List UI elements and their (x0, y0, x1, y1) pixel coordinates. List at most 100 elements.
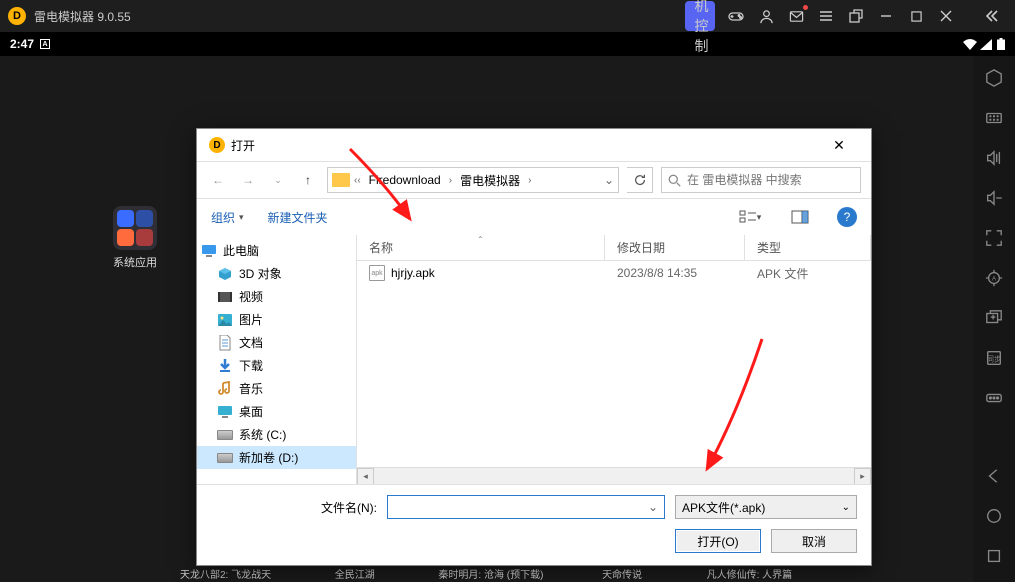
nav-back-icon[interactable] (982, 464, 1006, 488)
volume-down-icon[interactable] (982, 186, 1006, 210)
tree-item-label: 视频 (239, 288, 263, 305)
tree-item[interactable]: 系统 (C:) (197, 423, 356, 446)
hexagon-icon[interactable] (982, 66, 1006, 90)
preview-pane-button[interactable] (787, 206, 813, 228)
open-button[interactable]: 打开(O) (675, 529, 761, 553)
nav-recent-icon[interactable] (982, 544, 1006, 568)
nav-recent-dropdown[interactable]: ⌄ (267, 169, 289, 191)
locate-icon[interactable]: A (982, 266, 1006, 290)
search-icon (668, 174, 681, 187)
gamepad-icon[interactable] (721, 1, 751, 31)
close-button[interactable] (931, 1, 961, 31)
drive-icon (217, 430, 233, 440)
desk-icon (217, 405, 233, 419)
chevron-icon[interactable]: ‹‹ (352, 175, 363, 186)
breadcrumb-bar[interactable]: ‹‹ Firedownload › 雷电模拟器 › ⌄ (327, 167, 619, 193)
tree-item-label: 文档 (239, 334, 263, 351)
filename-dropdown-icon[interactable]: ⌄ (648, 500, 658, 514)
breadcrumb-item[interactable]: 雷电模拟器 (456, 172, 524, 189)
emulator-sidebar: A 同步 (973, 56, 1015, 582)
status-badge-icon: A (40, 39, 50, 49)
tree-item-label: 图片 (239, 311, 263, 328)
nav-back-button[interactable]: ← (207, 169, 229, 191)
tree-item[interactable]: 下载 (197, 354, 356, 377)
tree-item[interactable]: 桌面 (197, 400, 356, 423)
folder-icon (332, 173, 350, 187)
maximize-button[interactable] (901, 1, 931, 31)
more-icon[interactable] (982, 386, 1006, 410)
video-icon (217, 290, 233, 304)
pic-icon (217, 313, 233, 327)
refresh-button[interactable] (627, 167, 653, 193)
fullscreen-icon[interactable] (982, 226, 1006, 250)
tree-item[interactable]: 视频 (197, 285, 356, 308)
column-type[interactable]: 类型 (745, 235, 871, 260)
column-date[interactable]: 修改日期 (605, 235, 745, 260)
multi-window-icon[interactable] (982, 306, 1006, 330)
app-title: 雷电模拟器 9.0.55 (34, 8, 131, 25)
filename-input[interactable] (394, 500, 648, 514)
popout-icon[interactable] (841, 1, 871, 31)
help-button[interactable]: ? (837, 207, 857, 227)
emulator-screen: 系统应用 天龙八部2: 飞龙战天 全民江湖 秦时明月: 沧海 (预下载) 天命传… (0, 56, 1015, 582)
collapse-sidebar-icon[interactable] (977, 1, 1007, 31)
tree-item[interactable]: 新加卷 (D:) (197, 446, 356, 469)
dialog-nav-bar: ← → ⌄ ↑ ‹‹ Firedownload › 雷电模拟器 › ⌄ (197, 161, 871, 199)
breadcrumb-item[interactable]: Firedownload (365, 173, 445, 187)
phone-control-button[interactable]: 手机控制 (685, 1, 715, 31)
view-mode-button[interactable]: ▾ (737, 206, 763, 228)
keyboard-icon[interactable] (982, 106, 1006, 130)
tree-item[interactable]: 图片 (197, 308, 356, 331)
tree-item-label: 系统 (C:) (239, 426, 286, 443)
sync-icon[interactable]: 同步 (982, 346, 1006, 370)
file-type-filter[interactable]: APK文件(*.apk)⌄ (675, 495, 857, 519)
dialog-close-button[interactable]: ✕ (819, 130, 859, 160)
tree-item[interactable]: 音乐 (197, 377, 356, 400)
doc-icon (217, 336, 233, 350)
tree-item[interactable]: 此电脑 (197, 239, 356, 262)
file-name: hjrjy.apk (391, 266, 435, 280)
dl-icon (217, 359, 233, 373)
nav-up-button[interactable]: ↑ (297, 169, 319, 191)
file-date: 2023/8/8 14:35 (605, 266, 745, 280)
menu-icon[interactable] (811, 1, 841, 31)
file-open-dialog: D 打开 ✕ ← → ⌄ ↑ ‹‹ Firedownload › 雷电模拟器 ›… (196, 128, 872, 566)
drive-icon (217, 453, 233, 463)
breadcrumb-dropdown[interactable]: ⌄ (604, 173, 614, 187)
3d-icon (217, 267, 233, 281)
new-folder-button[interactable]: 新建文件夹 (268, 209, 328, 226)
tree-item[interactable]: 3D 对象 (197, 262, 356, 285)
filename-combobox[interactable]: ⌄ (387, 495, 665, 519)
tree-item-label: 桌面 (239, 403, 263, 420)
column-name[interactable]: ⌃名称 (357, 235, 605, 260)
file-list-header: ⌃名称 修改日期 类型 (357, 235, 871, 261)
pc-icon (201, 244, 217, 258)
file-row[interactable]: apkhjrjy.apk 2023/8/8 14:35 APK 文件 (357, 261, 871, 285)
dialog-titlebar: D 打开 ✕ (197, 129, 871, 161)
filename-label: 文件名(N): (211, 499, 377, 516)
status-time: 2:47 (10, 37, 34, 51)
search-box[interactable] (661, 167, 861, 193)
user-icon[interactable] (751, 1, 781, 31)
dialog-logo-icon: D (209, 137, 225, 153)
app-titlebar: D 雷电模拟器 9.0.55 手机控制 (0, 0, 1015, 32)
organize-button[interactable]: 组织 ▾ (211, 209, 244, 226)
mail-icon[interactable] (781, 1, 811, 31)
cancel-button[interactable]: 取消 (771, 529, 857, 553)
chevron-icon: › (447, 175, 454, 186)
volume-up-icon[interactable] (982, 146, 1006, 170)
nav-home-icon[interactable] (982, 504, 1006, 528)
tree-item-label: 此电脑 (223, 242, 259, 259)
tree-item-label: 音乐 (239, 380, 263, 397)
nav-forward-button[interactable]: → (237, 169, 259, 191)
tree-item[interactable]: 文档 (197, 331, 356, 354)
apk-file-icon: apk (369, 265, 385, 281)
minimize-button[interactable] (871, 1, 901, 31)
horizontal-scrollbar[interactable]: ◂▸ (357, 467, 871, 484)
search-input[interactable] (687, 173, 854, 187)
chevron-icon: › (526, 175, 533, 186)
app-logo-icon: D (8, 7, 26, 25)
desktop-app-system[interactable]: 系统应用 (100, 206, 170, 270)
svg-text:同步: 同步 (987, 355, 1001, 364)
desktop-app-label: 系统应用 (100, 254, 170, 270)
